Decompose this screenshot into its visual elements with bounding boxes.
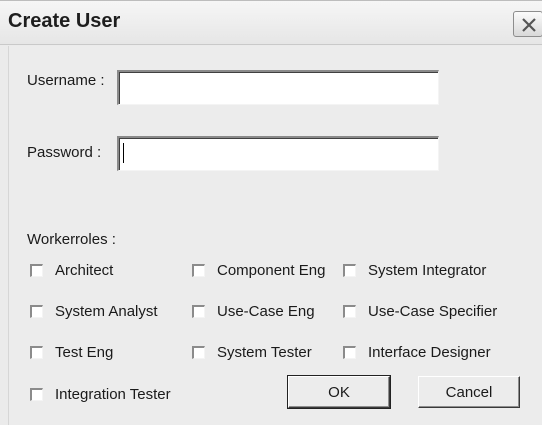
workerroles-label: Workerroles :: [27, 231, 116, 248]
checkbox-label: Test Eng: [55, 344, 114, 361]
checkbox-use-case-eng[interactable]: Use-Case Eng: [192, 303, 315, 320]
checkbox-label: System Tester: [217, 344, 312, 361]
password-label: Password :: [27, 144, 102, 161]
username-label: Username :: [27, 72, 105, 89]
checkbox-label: System Analyst: [55, 303, 158, 320]
password-input[interactable]: [119, 138, 438, 170]
checkbox-box[interactable]: [30, 264, 43, 277]
close-icon: [522, 18, 536, 32]
title-bar[interactable]: Create User: [0, 0, 542, 45]
checkbox-label: Interface Designer: [368, 344, 491, 361]
checkbox-component-eng[interactable]: Component Eng: [192, 262, 325, 279]
checkbox-integration-tester[interactable]: Integration Tester: [30, 386, 171, 403]
checkbox-box[interactable]: [30, 305, 43, 318]
checkbox-system-analyst[interactable]: System Analyst: [30, 303, 158, 320]
checkbox-box[interactable]: [30, 346, 43, 359]
checkbox-box[interactable]: [343, 305, 356, 318]
checkbox-system-integrator[interactable]: System Integrator: [343, 262, 486, 279]
close-button[interactable]: [513, 11, 542, 37]
checkbox-label: Use-Case Specifier: [368, 303, 498, 320]
dialog-content: Username : Password : Workerroles : Arch…: [8, 46, 542, 425]
checkbox-box[interactable]: [192, 305, 205, 318]
username-input[interactable]: [119, 72, 438, 104]
create-user-dialog: Create User Username : Password : Worker…: [0, 0, 542, 425]
checkbox-label: Integration Tester: [55, 386, 171, 403]
checkbox-test-eng[interactable]: Test Eng: [30, 344, 113, 361]
checkbox-label: Use-Case Eng: [217, 303, 315, 320]
checkbox-use-case-specifier[interactable]: Use-Case Specifier: [343, 303, 497, 320]
cancel-button[interactable]: Cancel: [418, 376, 520, 408]
dialog-title: Create User: [8, 10, 121, 32]
checkbox-architect[interactable]: Architect: [30, 262, 113, 279]
checkbox-box[interactable]: [192, 346, 205, 359]
ok-button[interactable]: OK: [287, 375, 391, 409]
checkbox-system-tester[interactable]: System Tester: [192, 344, 312, 361]
checkbox-interface-designer[interactable]: Interface Designer: [343, 344, 491, 361]
password-field[interactable]: [117, 136, 439, 171]
text-caret: [123, 143, 124, 163]
checkbox-box[interactable]: [343, 264, 356, 277]
checkbox-box[interactable]: [192, 264, 205, 277]
checkbox-box[interactable]: [30, 388, 43, 401]
checkbox-label: System Integrator: [368, 262, 487, 279]
checkbox-label: Architect: [55, 262, 114, 279]
username-field[interactable]: [117, 70, 439, 105]
checkbox-label: Component Eng: [217, 262, 326, 279]
checkbox-box[interactable]: [343, 346, 356, 359]
